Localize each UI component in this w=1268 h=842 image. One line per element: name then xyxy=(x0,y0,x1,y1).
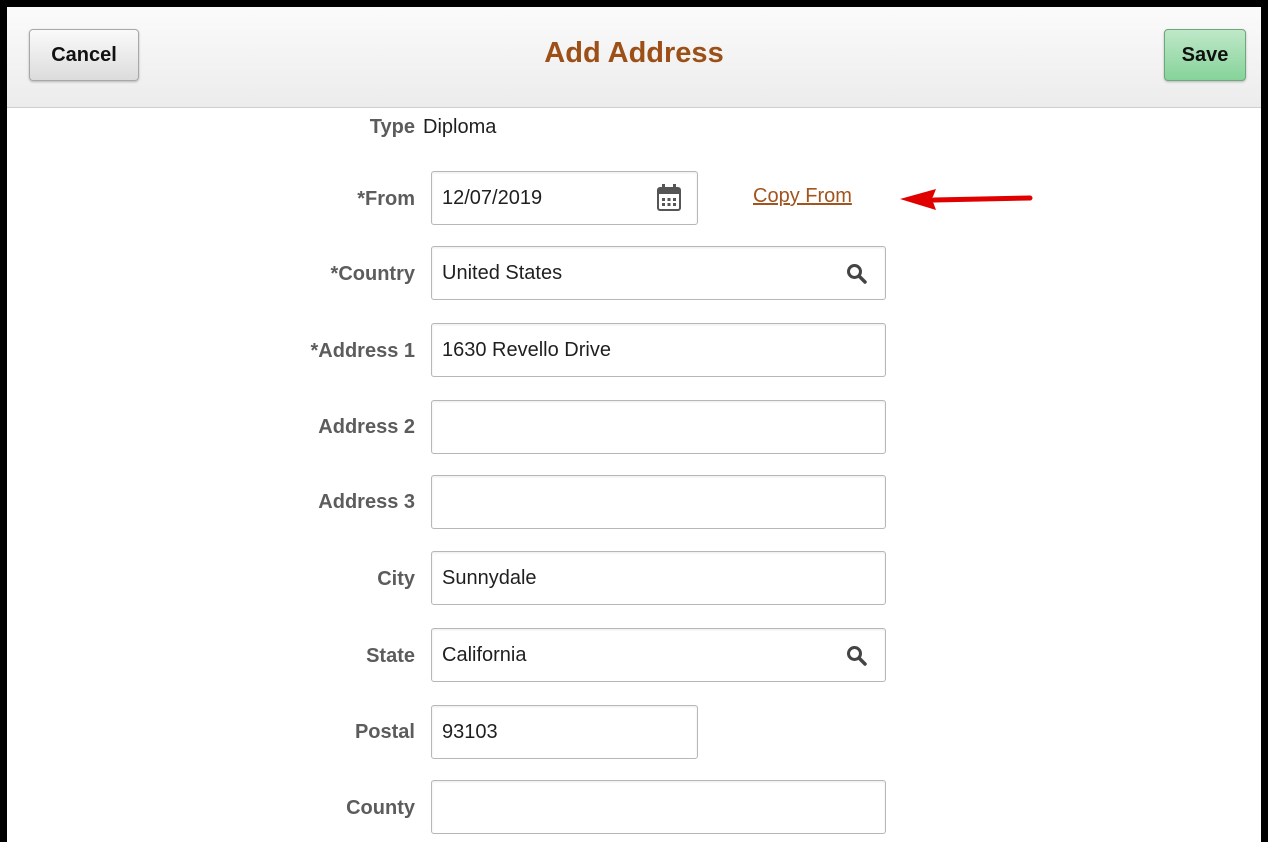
type-label: Type xyxy=(369,116,415,138)
postal-value: 93103 xyxy=(442,721,498,743)
from-date-field[interactable]: 12/07/2019 xyxy=(431,171,698,225)
address2-label: Address 2 xyxy=(318,416,415,438)
state-field[interactable]: California xyxy=(431,628,886,682)
city-field[interactable]: Sunnydale xyxy=(431,551,886,605)
county-label: County xyxy=(346,797,415,819)
address1-value: 1630 Revello Drive xyxy=(442,339,611,361)
from-label: *From xyxy=(357,188,415,210)
address3-field[interactable] xyxy=(431,475,886,529)
address2-field[interactable] xyxy=(431,400,886,454)
city-label: City xyxy=(377,568,415,590)
save-button[interactable]: Save xyxy=(1164,29,1246,81)
from-date-value: 12/07/2019 xyxy=(442,187,543,209)
city-value: Sunnydale xyxy=(442,567,537,589)
page-title: Add Address xyxy=(544,37,724,69)
type-value: Diploma xyxy=(423,116,497,138)
country-label: *Country xyxy=(330,263,415,285)
county-field[interactable] xyxy=(431,780,886,834)
annotation-arrow-icon xyxy=(900,189,1033,210)
country-field[interactable]: United States xyxy=(431,246,886,300)
search-icon[interactable] xyxy=(846,645,868,672)
postal-field[interactable]: 93103 xyxy=(431,705,698,759)
copy-from-link[interactable]: Copy From xyxy=(753,185,852,208)
search-icon[interactable] xyxy=(846,263,868,290)
address1-label: *Address 1 xyxy=(310,340,416,362)
postal-label: Postal xyxy=(354,721,415,743)
address1-field[interactable]: 1630 Revello Drive xyxy=(431,323,886,377)
calendar-icon[interactable] xyxy=(656,183,682,218)
state-value: California xyxy=(442,644,527,666)
country-value: United States xyxy=(442,262,563,284)
header-bar: Cancel Add Address Save xyxy=(7,7,1261,108)
address3-label: Address 3 xyxy=(318,491,415,513)
state-label: State xyxy=(366,645,415,667)
